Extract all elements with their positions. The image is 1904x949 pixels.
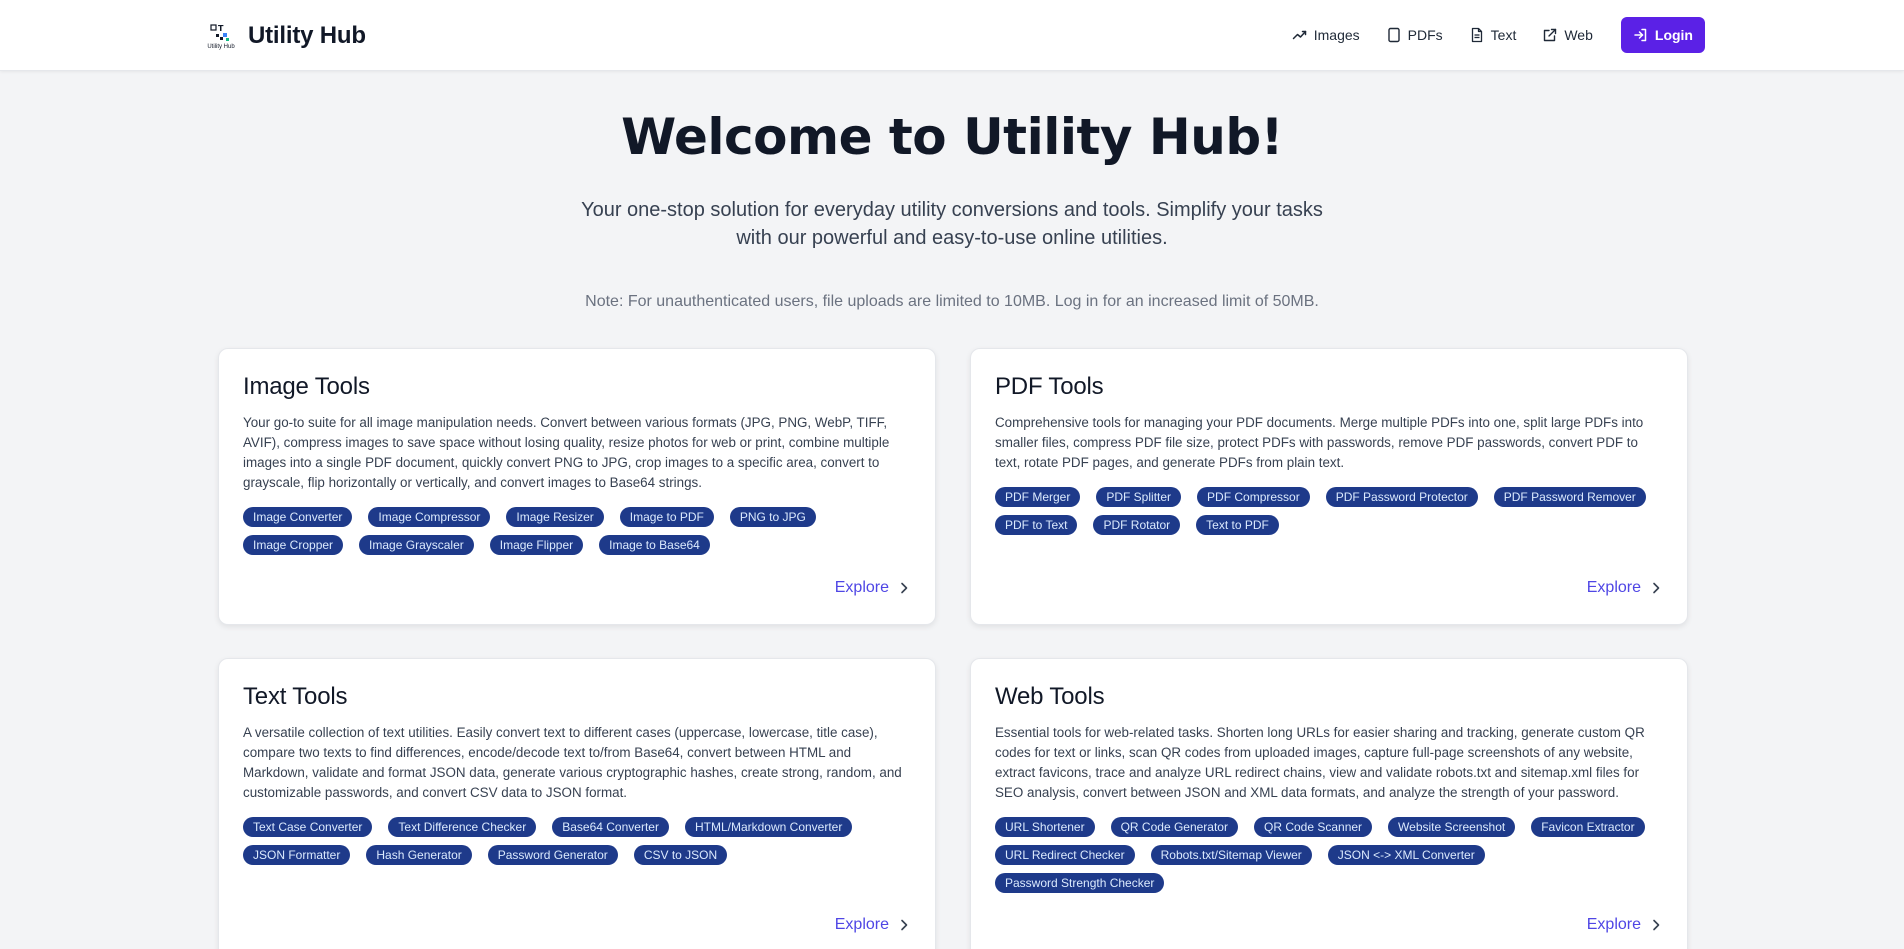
login-icon	[1634, 28, 1647, 42]
tool-tag[interactable]: PDF Compressor	[1197, 487, 1310, 507]
tool-tag[interactable]: Password Strength Checker	[995, 873, 1165, 893]
tool-tag[interactable]: Image Grayscaler	[359, 535, 474, 555]
explore-link[interactable]: Explore	[1587, 579, 1661, 597]
nav-item-text[interactable]: Text	[1469, 27, 1517, 43]
card-pdf-tools: PDF Tools Comprehensive tools for managi…	[970, 348, 1688, 625]
nav-item-images[interactable]: Images	[1292, 27, 1360, 43]
chevron-right-icon	[1653, 582, 1660, 594]
tool-tag[interactable]: PNG to JPG	[729, 507, 816, 527]
card-description: Comprehensive tools for managing your PD…	[995, 415, 1644, 470]
card-title: PDF Tools	[995, 373, 1104, 400]
chevron-right-icon	[901, 582, 908, 594]
card-text-tools: Text Tools A versatile collection of tex…	[218, 658, 936, 949]
card-web-tools: Web Tools Essential tools for web-relate…	[970, 658, 1688, 949]
tool-tags: Image Converter Image Compressor Image R…	[243, 507, 911, 563]
explore-label: Explore	[834, 579, 889, 596]
file-text-icon	[1471, 27, 1482, 43]
tool-tag[interactable]: Base64 Converter	[552, 817, 669, 837]
explore-link[interactable]: Explore	[835, 579, 909, 597]
nav-item-label: Images	[1313, 27, 1360, 43]
tool-tag[interactable]: PDF Rotator	[1093, 515, 1181, 535]
tool-tag[interactable]: URL Shortener	[995, 817, 1095, 837]
tool-tag[interactable]: Image to Base64	[599, 535, 710, 555]
tool-tag[interactable]: PDF to Text	[995, 515, 1078, 535]
utility-hub-logo: T Utility Hub	[204, 19, 238, 53]
tool-tag[interactable]: Text Case Converter	[243, 817, 373, 837]
nav-item-label: Text	[1490, 27, 1517, 43]
tool-tag[interactable]: JSON Formatter	[243, 845, 351, 865]
tool-tag[interactable]: PDF Password Protector	[1325, 487, 1478, 507]
card-title: Web Tools	[995, 683, 1105, 710]
tool-tag[interactable]: Image Resizer	[506, 507, 604, 527]
trend-icon	[1292, 30, 1306, 40]
tool-tag[interactable]: PDF Password Remover	[1493, 487, 1646, 507]
card-title: Text Tools	[243, 683, 348, 710]
tool-tags: Text Case Converter Text Difference Chec…	[243, 817, 911, 873]
nav-item-pdfs[interactable]: PDFs	[1386, 27, 1443, 43]
hero-subtitle: Your one-stop solution for everyday util…	[581, 199, 1323, 249]
tool-tag[interactable]: Robots.txt/Sitemap Viewer	[1150, 845, 1312, 865]
upload-limit-note: Note: For unauthenticated users, file up…	[585, 293, 1319, 310]
tool-tag[interactable]: PDF Merger	[995, 487, 1081, 507]
card-description: A versatile collection of text utilities…	[243, 725, 902, 800]
explore-label: Explore	[1586, 916, 1641, 933]
login-label: Login	[1654, 27, 1693, 43]
brand-link[interactable]: T Utility Hub Utility Hub	[204, 18, 366, 54]
nav-item-web[interactable]: Web	[1542, 27, 1593, 43]
tool-tag[interactable]: Favicon Extractor	[1531, 817, 1645, 837]
tool-tag[interactable]: Website Screenshot	[1388, 817, 1516, 837]
logo-caption: Utility Hub	[207, 43, 235, 50]
nav-item-label: Web	[1564, 27, 1593, 43]
tool-tag[interactable]: Image Cropper	[243, 535, 344, 555]
tool-tag[interactable]: Image Converter	[243, 507, 353, 527]
explore-link[interactable]: Explore	[1587, 916, 1661, 934]
tool-tag[interactable]: Password Generator	[487, 845, 618, 865]
tool-tag[interactable]: PDF Splitter	[1096, 487, 1182, 507]
external-link-icon	[1544, 28, 1557, 42]
tool-tag[interactable]: Text to PDF	[1196, 515, 1279, 535]
tool-tag[interactable]: Image Compressor	[368, 507, 491, 527]
tool-tag[interactable]: CSV to JSON	[633, 845, 728, 865]
card-title: Image Tools	[243, 373, 370, 400]
tool-tag[interactable]: URL Redirect Checker	[995, 845, 1135, 865]
card-description: Essential tools for web-related tasks. S…	[995, 725, 1645, 800]
tool-tag[interactable]: JSON <-> XML Converter	[1327, 845, 1485, 865]
tool-tag[interactable]: Hash Generator	[366, 845, 472, 865]
tool-tags: PDF Merger PDF Splitter PDF Compressor P…	[995, 487, 1663, 543]
document-outline-icon	[1387, 27, 1400, 43]
tool-tag[interactable]: Text Difference Checker	[388, 817, 537, 837]
svg-text:T: T	[218, 24, 224, 33]
tool-tag[interactable]: Image Flipper	[489, 535, 584, 555]
tool-tag[interactable]: Image to PDF	[619, 507, 714, 527]
explore-label: Explore	[834, 916, 889, 933]
chevron-right-icon	[901, 919, 908, 931]
explore-label: Explore	[1586, 579, 1641, 596]
top-navbar: T Utility Hub Utility Hub Images PDFs Te…	[0, 0, 1904, 71]
tool-tag[interactable]: HTML/Markdown Converter	[684, 817, 853, 837]
nav-item-label: PDFs	[1407, 27, 1443, 43]
card-image-tools: Image Tools Your go-to suite for all ima…	[218, 348, 936, 625]
main-nav: Images PDFs Text Web Login	[1266, 17, 1705, 53]
tool-tag[interactable]: QR Code Generator	[1110, 817, 1238, 837]
login-button[interactable]: Login	[1620, 17, 1705, 53]
explore-link[interactable]: Explore	[835, 916, 909, 934]
tool-tags: URL Shortener QR Code Generator QR Code …	[995, 817, 1663, 901]
chevron-right-icon	[1653, 919, 1660, 931]
page-title: Welcome to Utility Hub!	[621, 108, 1283, 166]
card-description: Your go-to suite for all image manipulat…	[243, 415, 890, 490]
tool-tag[interactable]: QR Code Scanner	[1253, 817, 1373, 837]
brand-name: Utility Hub	[248, 22, 366, 49]
